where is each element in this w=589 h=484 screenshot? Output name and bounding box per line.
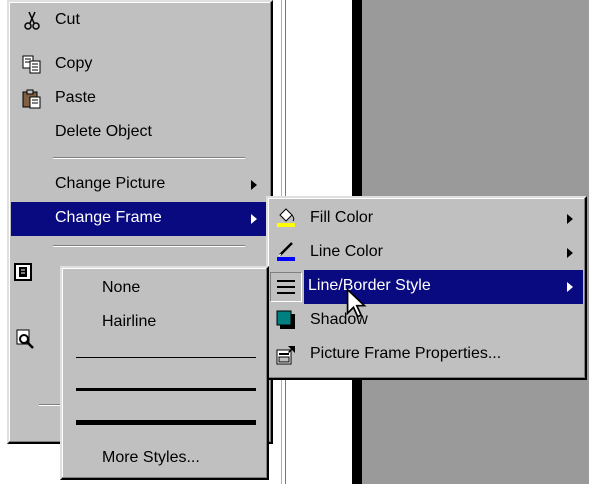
menu-item-label: Picture Frame Properties... xyxy=(310,345,502,362)
menu-item-line-thick[interactable] xyxy=(64,406,265,440)
change-frame-submenu: Fill Color Line Color Line/Border Style … xyxy=(266,196,587,380)
submenu-arrow-icon xyxy=(567,282,573,292)
menu-item-paste[interactable]: Paste xyxy=(11,82,269,116)
shadow-icon xyxy=(276,310,295,329)
copy-icon xyxy=(22,55,41,74)
paste-icon xyxy=(22,89,41,109)
fill-color-icon xyxy=(277,208,295,227)
menu-item-fill-color[interactable]: Fill Color xyxy=(270,202,583,236)
menu-item-label: Delete Object xyxy=(55,123,152,140)
menu-item-label: Change Frame xyxy=(55,209,162,226)
submenu-arrow-icon xyxy=(567,248,573,258)
menu-item-label: Fill Color xyxy=(310,209,374,226)
properties-icon xyxy=(276,346,295,365)
menu-item-line-color[interactable]: Line Color xyxy=(270,236,583,270)
menu-item-line-thin[interactable] xyxy=(64,342,265,376)
menu-item-hairline[interactable]: Hairline xyxy=(64,306,265,340)
menu-item-none[interactable]: None xyxy=(64,272,265,306)
mouse-cursor-icon xyxy=(346,288,367,318)
menu-item-label: Copy xyxy=(55,55,93,72)
menu-item-line-medium[interactable] xyxy=(64,374,265,408)
line-style-icon-frame xyxy=(270,272,302,302)
menu-item-delete-object[interactable]: Delete Object xyxy=(11,116,269,150)
submenu-arrow-icon xyxy=(251,180,257,190)
line-color-icon xyxy=(277,242,295,261)
menu-item-label: Line/Border Style xyxy=(308,277,431,294)
menu-item-label: Paste xyxy=(55,89,96,106)
menu-item-label: Cut xyxy=(55,11,80,28)
submenu-arrow-icon xyxy=(251,214,257,224)
line-style-icon xyxy=(277,280,295,294)
menu-separator xyxy=(53,157,245,159)
menu-item-label: More Styles... xyxy=(102,449,200,466)
menu-item-label: Hairline xyxy=(102,313,157,330)
menu-item-label: Change Picture xyxy=(55,175,166,192)
menu-item-copy[interactable]: Copy xyxy=(11,48,269,82)
thin-line-sample xyxy=(76,357,256,358)
menu-separator xyxy=(53,245,245,247)
menu-item-shadow[interactable]: Shadow xyxy=(270,304,583,338)
scissors-icon xyxy=(24,11,40,30)
line-style-submenu: None Hairline More Styles... xyxy=(60,266,269,480)
wrap-text-icon xyxy=(14,263,32,281)
menu-item-cut[interactable]: Cut xyxy=(11,4,269,38)
thick-line-sample xyxy=(76,420,256,425)
menu-item-label: None xyxy=(102,279,141,296)
menu-item-more-styles[interactable]: More Styles... xyxy=(64,442,265,476)
zoom-icon xyxy=(16,329,34,349)
menu-item-change-picture[interactable]: Change Picture xyxy=(11,168,269,202)
menu-item-change-frame[interactable]: Change Frame xyxy=(11,202,269,236)
menu-item-picture-frame-properties[interactable]: Picture Frame Properties... xyxy=(270,338,583,372)
medium-line-sample xyxy=(76,388,256,391)
submenu-arrow-icon xyxy=(567,214,573,224)
menu-item-label: Line Color xyxy=(310,243,383,260)
